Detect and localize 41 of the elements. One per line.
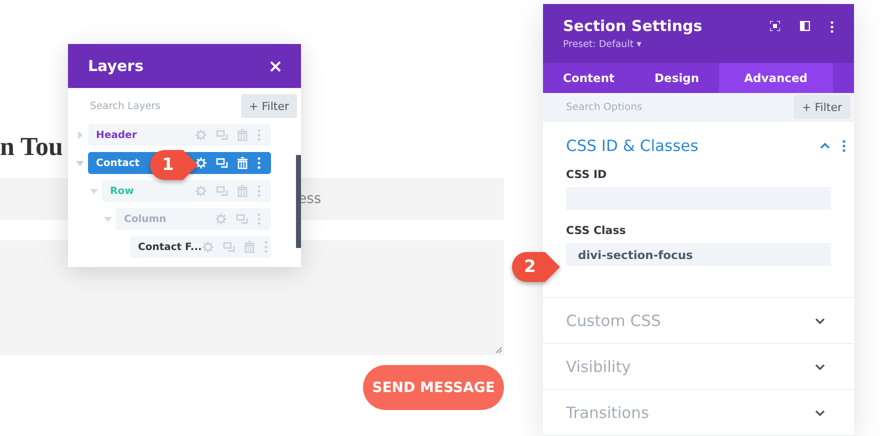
tab[interactable]: Design	[634, 63, 720, 93]
scrollbar[interactable]	[296, 155, 301, 248]
page-heading: n Tou	[0, 131, 63, 163]
layer-label: Header	[96, 130, 137, 140]
field-label: CSS Class	[566, 224, 627, 237]
send-message-button[interactable]: SEND MESSAGE	[363, 365, 504, 410]
tab[interactable]: Advanced	[719, 63, 833, 93]
group-title[interactable]: Visibility	[566, 358, 631, 376]
close-icon[interactable]	[270, 60, 281, 72]
sidebar-icon[interactable]	[800, 21, 810, 31]
panel-title: Section Settings	[563, 17, 702, 35]
field-label: CSS ID	[566, 168, 608, 181]
more-icon[interactable]	[842, 140, 846, 152]
filter-button[interactable]: + Filter	[241, 94, 297, 118]
more-icon[interactable]	[257, 157, 261, 169]
group-title[interactable]: Custom CSS	[566, 312, 661, 330]
expand-down-icon[interactable]	[76, 159, 84, 167]
trash-icon[interactable]	[237, 157, 248, 169]
search-field[interactable]: Search Options	[566, 102, 642, 113]
panel-title: Layers	[88, 57, 144, 75]
resize-grip-icon[interactable]	[496, 347, 502, 353]
expand-caret-icon[interactable]	[815, 318, 825, 324]
duplicate-icon[interactable]	[216, 158, 228, 168]
collapse-caret-icon[interactable]	[820, 143, 830, 149]
expand-down-icon[interactable]	[90, 187, 98, 195]
text-field[interactable]: divi-section-focus	[566, 243, 831, 266]
expand-caret-icon[interactable]	[815, 410, 825, 416]
group-title[interactable]: CSS ID & Classes	[566, 137, 698, 155]
group-title[interactable]: Transitions	[566, 404, 650, 422]
focus-icon[interactable]	[770, 21, 780, 31]
more-icon[interactable]	[830, 21, 834, 33]
expand-caret-icon[interactable]	[815, 364, 825, 370]
layer-label: Row	[110, 186, 134, 196]
tab[interactable]: Content	[543, 63, 635, 93]
expand-right-icon[interactable]	[76, 131, 84, 139]
layer-label: Contact F...	[138, 242, 202, 252]
preset-dropdown[interactable]: Preset: Default ▾	[563, 39, 702, 50]
layer-label: Contact	[96, 158, 140, 168]
filter-button[interactable]: + Filter	[794, 95, 850, 120]
expand-down-icon[interactable]	[104, 215, 112, 223]
search-field[interactable]: Search Layers	[90, 100, 161, 112]
